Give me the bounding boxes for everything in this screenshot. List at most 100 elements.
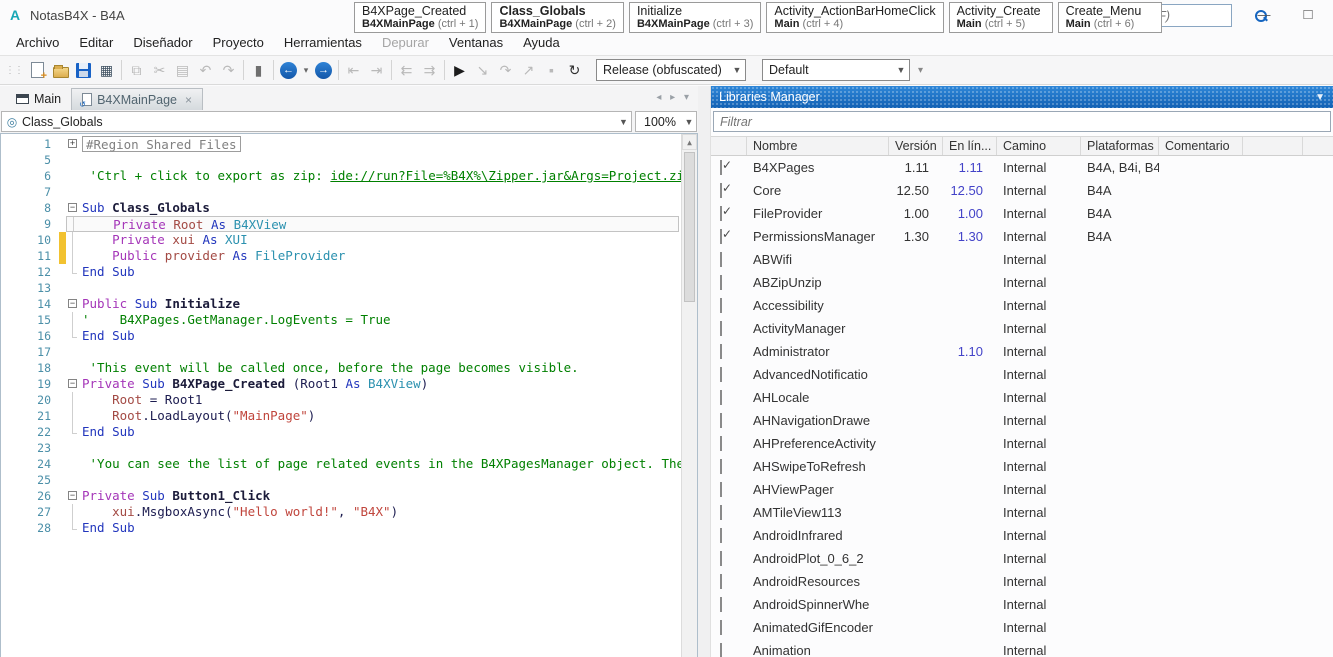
code-line[interactable]: 23 (1, 440, 697, 456)
library-checkbox[interactable] (720, 321, 722, 336)
code-line[interactable]: 6 'Ctrl + click to export as zip: ide://… (1, 168, 697, 184)
menu-item-archivo[interactable]: Archivo (6, 32, 69, 53)
library-row[interactable]: Core 12.50 12.50 Internal B4A (711, 179, 1333, 202)
library-checkbox[interactable] (720, 206, 722, 221)
menu-item-ventanas[interactable]: Ventanas (439, 32, 513, 53)
menu-item-proyecto[interactable]: Proyecto (203, 32, 274, 53)
library-checkbox[interactable] (720, 183, 722, 198)
library-checkbox[interactable] (720, 551, 722, 566)
build-configuration-select[interactable]: Release (obfuscated) ▼ (596, 59, 746, 81)
library-row[interactable]: Animation Internal (711, 639, 1333, 657)
library-row[interactable]: AndroidPlot_0_6_2 Internal (711, 547, 1333, 570)
library-row[interactable]: FileProvider 1.00 1.00 Internal B4A (711, 202, 1333, 225)
paste-icon[interactable]: ▤ (171, 58, 194, 82)
close-tab-icon[interactable]: × (185, 93, 192, 107)
run-icon[interactable]: ▶ (448, 58, 471, 82)
indent-icon[interactable]: ⇥ (365, 58, 388, 82)
fold-toggle-icon[interactable]: − (66, 200, 82, 216)
code-line[interactable]: 10 Private xui As XUI (1, 232, 697, 248)
tab-b4xmainpage[interactable]: B4XMainPage × (71, 88, 204, 110)
menu-item-depurar[interactable]: Depurar (372, 32, 439, 53)
code-line[interactable]: 11 Public provider As FileProvider (1, 248, 697, 264)
column-header-camino[interactable]: Camino (997, 137, 1081, 155)
maximize-button[interactable]: □ (1291, 2, 1325, 28)
column-header-versi-n[interactable]: Versión (889, 137, 943, 155)
code-line[interactable]: 27 xui .MsgboxAsync("Hello world!", "B4X"… (1, 504, 697, 520)
code-line[interactable]: 28 End Sub (1, 520, 697, 536)
scroll-up-icon[interactable]: ▲ (682, 134, 697, 150)
pause-icon[interactable]: ▪ (540, 58, 563, 82)
restart-icon[interactable]: ↻ (563, 58, 586, 82)
code-line[interactable]: 20 Root = Root1 (1, 392, 697, 408)
bookmark-tab[interactable]: Class_Globals B4XMainPage (ctrl + 2) (491, 2, 624, 33)
library-checkbox[interactable] (720, 252, 722, 267)
library-row[interactable]: AdvancedNotificatio Internal (711, 363, 1333, 386)
column-header-en-l-n-[interactable]: En lín... (943, 137, 997, 155)
library-checkbox[interactable] (720, 367, 722, 382)
code-line[interactable]: 19 − Private Sub B4XPage_Created (Root1 As… (1, 376, 697, 392)
library-checkbox[interactable] (720, 275, 722, 290)
code-line[interactable]: 18 'This event will be called once, befo… (1, 360, 697, 376)
bookmark-tab[interactable]: Initialize B4XMainPage (ctrl + 3) (628, 2, 762, 33)
code-line[interactable]: 26 − Private Sub Button1_Click (1, 488, 697, 504)
toolbar-overflow-icon[interactable]: ▾ (918, 65, 923, 76)
sub-navigator-select[interactable]: ◎ Class_Globals ▼ (1, 111, 632, 132)
code-line[interactable]: 21 Root .LoadLayout("MainPage") (1, 408, 697, 424)
bookmark-tab[interactable]: B4XPage_Created B4XMainPage (ctrl + 1) (354, 2, 487, 33)
bookmark-tab[interactable]: Activity_ActionBarHomeClick Main (ctrl + … (766, 2, 944, 33)
library-row[interactable]: AndroidInfrared Internal (711, 524, 1333, 547)
library-row[interactable]: AHLocale Internal (711, 386, 1333, 409)
navigate-back-icon[interactable]: ← (277, 58, 300, 82)
tab-main[interactable]: Main (6, 88, 71, 110)
navigate-forward-icon[interactable]: → (312, 58, 335, 82)
tab-scroll-arrows-icon[interactable]: ◂ ▸ ▾ (656, 92, 692, 103)
library-checkbox[interactable] (720, 390, 722, 405)
redo-icon[interactable]: ↷ (217, 58, 240, 82)
library-filter-input[interactable] (713, 111, 1331, 132)
bookmark-tab[interactable]: Activity_Create Main (ctrl + 5) (948, 2, 1053, 33)
library-checkbox[interactable] (720, 643, 722, 657)
library-checkbox[interactable] (720, 574, 722, 589)
back-history-dropdown-icon[interactable]: ▾ (300, 58, 312, 82)
code-line[interactable]: 24 'You can see the list of page related… (1, 456, 697, 472)
library-checkbox[interactable] (720, 597, 722, 612)
scrollbar-thumb[interactable] (684, 152, 695, 302)
save-all-icon[interactable]: ▦ (95, 58, 118, 82)
library-row[interactable]: AHPreferenceActivity Internal (711, 432, 1333, 455)
libraries-manager-header[interactable]: Libraries Manager ▼ (711, 86, 1333, 108)
library-checkbox[interactable] (720, 160, 722, 175)
code-line[interactable]: 7 (1, 184, 697, 200)
library-row[interactable]: AMTileView113 Internal (711, 501, 1333, 524)
uncomment-icon[interactable]: ⇉ (418, 58, 441, 82)
code-line[interactable]: 25 (1, 472, 697, 488)
bookmark-icon[interactable]: ▮ (247, 58, 270, 82)
library-checkbox[interactable] (720, 620, 722, 635)
new-file-icon[interactable] (26, 58, 49, 82)
library-row[interactable]: ABWifi Internal (711, 248, 1333, 271)
code-line[interactable]: 16 End Sub (1, 328, 697, 344)
outdent-icon[interactable]: ⇤ (342, 58, 365, 82)
column-header-comentario[interactable]: Comentario (1159, 137, 1243, 155)
menu-item-diseñador[interactable]: Diseñador (123, 32, 202, 53)
copy-icon[interactable]: ⧉ (125, 58, 148, 82)
library-row[interactable]: ActivityManager Internal (711, 317, 1333, 340)
library-checkbox[interactable] (720, 482, 722, 497)
library-checkbox[interactable] (720, 229, 722, 244)
library-row[interactable]: AndroidSpinnerWhe Internal (711, 593, 1333, 616)
step-out-icon[interactable]: ↗ (517, 58, 540, 82)
save-icon[interactable] (72, 58, 95, 82)
step-into-icon[interactable]: ↘ (471, 58, 494, 82)
code-line[interactable]: 12 End Sub (1, 264, 697, 280)
step-over-icon[interactable]: ↷ (494, 58, 517, 82)
library-checkbox[interactable] (720, 459, 722, 474)
library-row[interactable]: AndroidResources Internal (711, 570, 1333, 593)
menu-item-herramientas[interactable]: Herramientas (274, 32, 372, 53)
library-row[interactable]: AHSwipeToRefresh Internal (711, 455, 1333, 478)
editor-zoom-select[interactable]: 100% ▼ (635, 111, 697, 132)
code-line[interactable]: 13 (1, 280, 697, 296)
menu-item-editar[interactable]: Editar (69, 32, 123, 53)
editor-vertical-scrollbar[interactable]: ▲ (681, 134, 697, 657)
minimize-button[interactable]: — (1247, 2, 1281, 28)
code-line[interactable]: 15 ' B4XPages.GetManager.LogEvents = True (1, 312, 697, 328)
code-line[interactable]: 8 − Sub Class_Globals (1, 200, 697, 216)
